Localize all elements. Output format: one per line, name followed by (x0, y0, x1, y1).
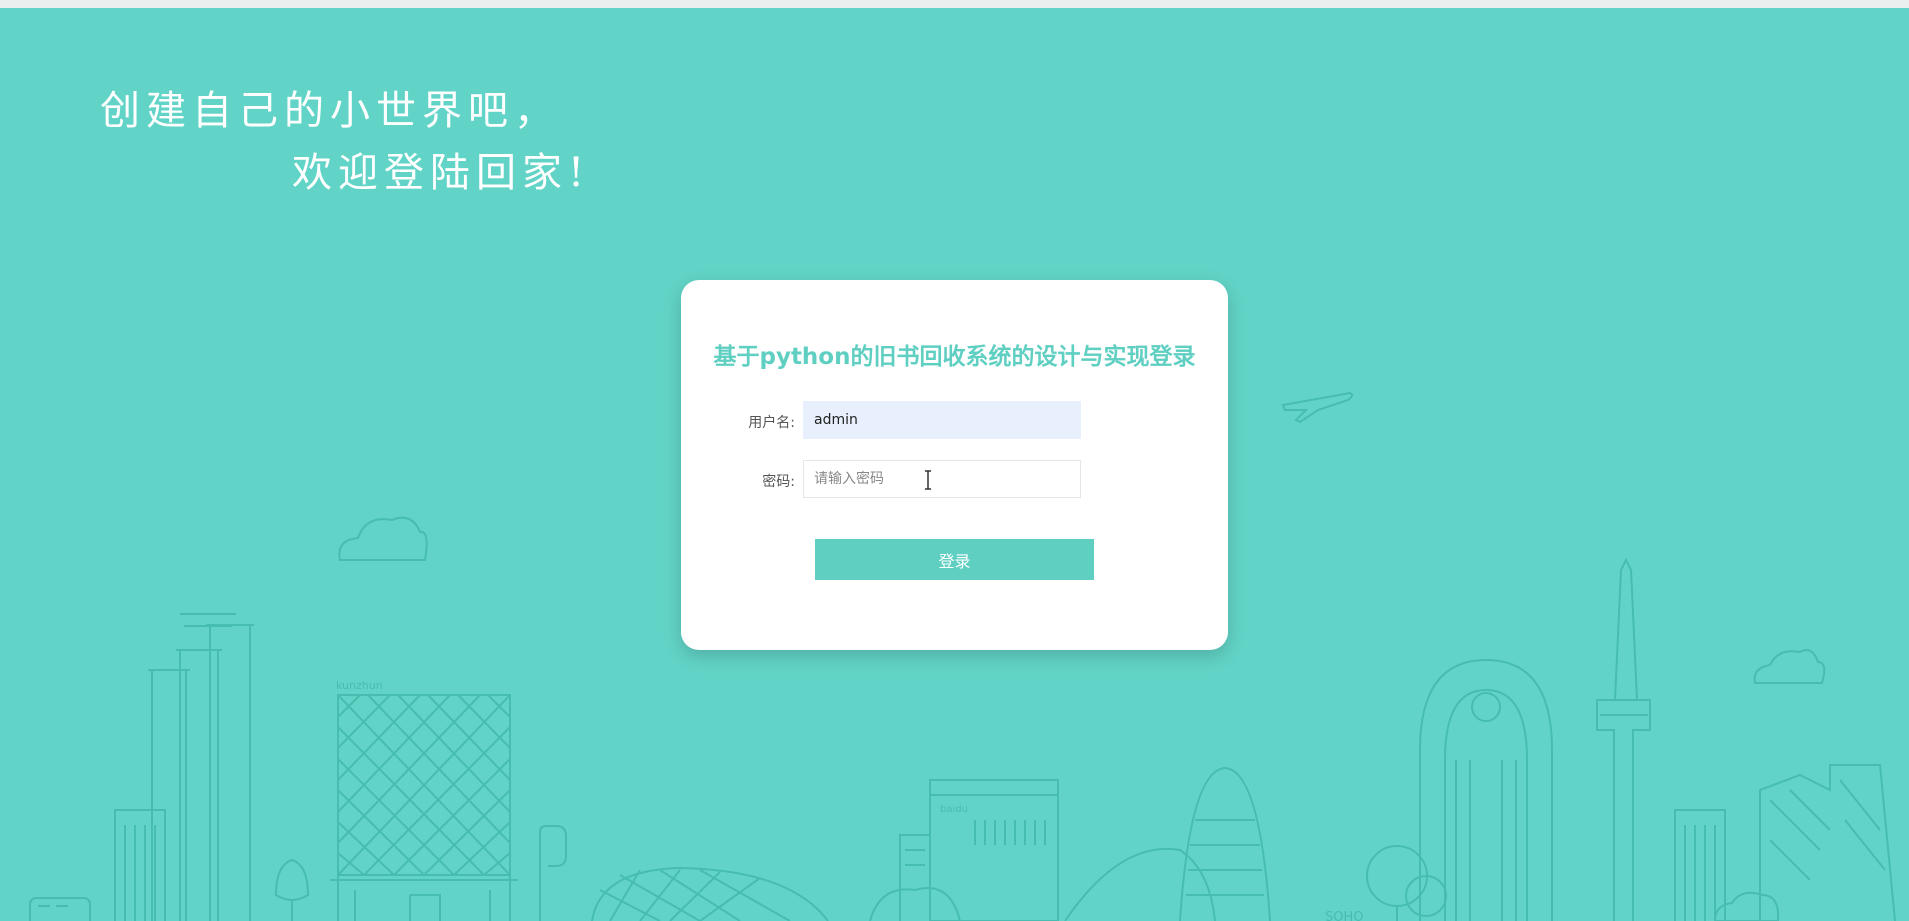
password-input[interactable] (803, 460, 1081, 498)
slogan-line-1: 创建自己的小世界吧， (100, 88, 560, 134)
tree-icon (274, 858, 310, 921)
svg-text:SOHO: SOHO (1325, 910, 1364, 921)
password-label: 密码: (762, 474, 795, 490)
bus-icon (29, 897, 91, 921)
username-label: 用户名: (748, 415, 795, 431)
cloud-icon (1753, 649, 1826, 684)
svg-text:kunzhun: kunzhun (336, 679, 383, 692)
svg-text:baidu: baidu (940, 804, 968, 815)
airplane-icon (1281, 391, 1354, 424)
login-button[interactable]: 登录 (815, 539, 1094, 580)
slogan-line-2: 欢迎登陆回家! (292, 150, 591, 196)
cloud-icon (338, 516, 428, 561)
username-input[interactable] (803, 401, 1081, 439)
login-title: 基于python的旧书回收系统的设计与实现登录 (713, 344, 1196, 370)
text-cursor-icon (925, 470, 931, 490)
tree-icon (1366, 845, 1428, 921)
